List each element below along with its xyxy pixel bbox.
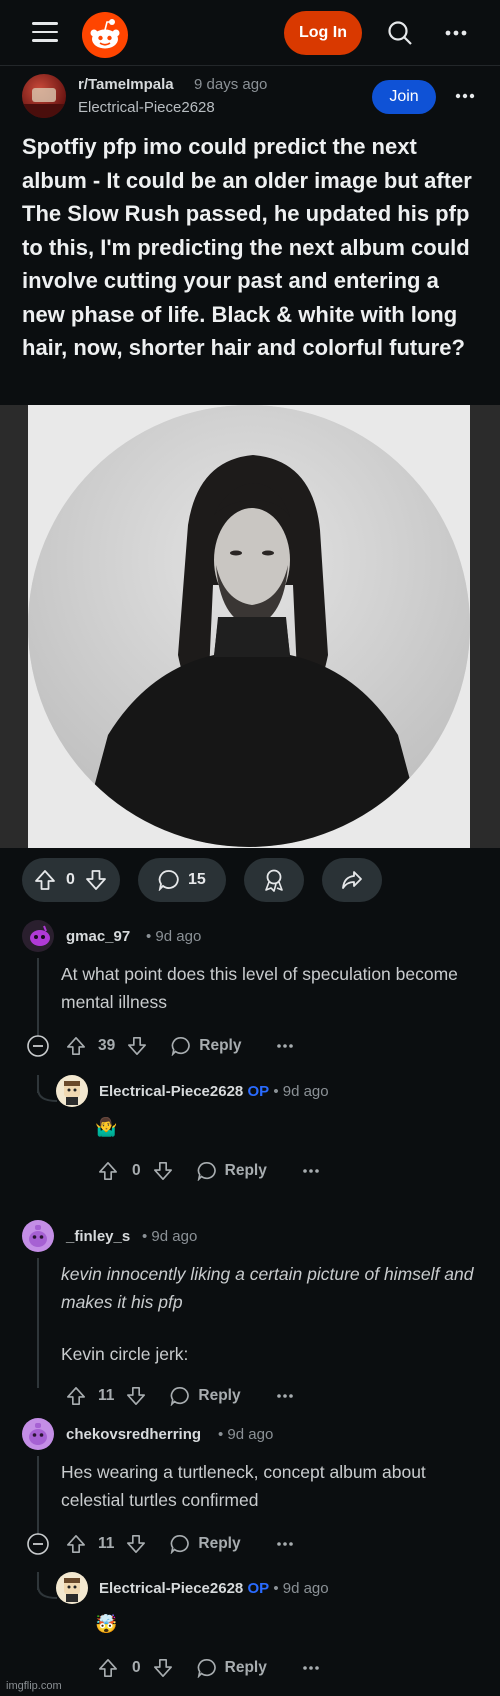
downvote-icon[interactable] [153,1658,173,1678]
user-avatar[interactable] [22,1418,54,1450]
user-avatar[interactable] [22,920,54,952]
upvote-icon[interactable] [98,1161,118,1181]
post-score: 0 [66,871,75,888]
comment-time: • 9d ago [273,1580,329,1597]
collapse-icon[interactable] [26,1034,50,1058]
op-badge: OP [247,1083,270,1100]
award-icon [263,868,285,892]
comment-count: 15 [188,871,206,888]
comment-actions: 0 Reply [98,1157,319,1185]
post-time: 9 days ago [194,76,268,93]
upvote-icon[interactable] [66,1386,86,1406]
shrug-emoji: 🤷‍♂️ [95,1117,118,1137]
award-button[interactable] [244,858,304,902]
comment-header: Electrical-Piece2628 OP • 9d ago [99,1083,329,1100]
comment-username[interactable]: gmac_97 [66,928,130,945]
reply-icon[interactable] [197,1161,217,1181]
reply-button[interactable]: Reply [225,1659,267,1677]
watermark: imgflip.com [6,1680,62,1692]
comment-body: Kevin circle jerk: [61,1344,189,1364]
downvote-icon[interactable] [127,1036,147,1056]
comment-actions: 11 Reply [26,1530,293,1558]
more-options-icon[interactable] [438,15,474,51]
comment-actions: 0 Reply [98,1654,319,1682]
top-bar: Log In [0,0,500,66]
comment-username[interactable]: _finley_s [66,1228,130,1245]
comment-score: 0 [132,1659,141,1676]
comment-reply: Electrical-Piece2628 OP • 9d ago 🤷‍♂️ 0 … [0,1075,500,1185]
comment-actions: 39 Reply [26,1032,294,1060]
comment-header: Electrical-Piece2628 OP • 9d ago [99,1580,329,1597]
thread-line[interactable] [37,1258,39,1388]
comment-actions: 11 Reply [66,1382,293,1410]
comment-options-icon[interactable] [303,1169,319,1173]
comment-options-icon[interactable] [276,1542,293,1546]
comments-button[interactable]: 15 [138,858,226,902]
search-icon[interactable] [382,15,418,51]
reddit-logo[interactable] [82,12,128,58]
post-actions: 0 15 [0,858,500,902]
vote-pill: 0 [22,858,120,902]
comment: chekovsredherring • 9d ago Hes wearing a… [0,1418,500,1568]
reply-icon[interactable] [170,1386,190,1406]
comment-options-icon[interactable] [303,1666,319,1670]
comment: gmac_97 • 9d ago At what point does this… [0,920,500,1070]
menu-icon[interactable] [32,22,58,42]
downvote-icon[interactable] [153,1161,173,1181]
comment-time: • 9d ago [142,1228,198,1245]
comment-time: • 9d ago [273,1083,329,1100]
comment-reply: Electrical-Piece2628 OP • 9d ago 🤯 0 Rep… [0,1572,500,1682]
upvote-icon[interactable] [66,1036,86,1056]
collapse-icon[interactable] [26,1532,50,1556]
post-title[interactable]: Spotfiy pfp imo could predict the next a… [22,130,484,365]
upvote-icon[interactable] [66,1534,86,1554]
comment-score: 11 [98,1387,115,1404]
reply-button[interactable]: Reply [198,1535,240,1553]
comment-username[interactable]: Electrical-Piece2628 [99,1083,243,1100]
post-options-icon[interactable] [447,78,483,114]
comment-time: • 9d ago [218,1426,274,1443]
comment-icon [158,869,180,891]
comment-username[interactable]: Electrical-Piece2628 [99,1580,243,1597]
mind-blown-emoji: 🤯 [95,1614,118,1634]
user-avatar[interactable] [22,1220,54,1252]
reply-icon[interactable] [170,1534,190,1554]
comment-body-italic: kevin innocently liking a certain pictur… [61,1264,474,1312]
comment-score: 0 [132,1162,141,1179]
downvote-icon[interactable] [126,1534,146,1554]
comment-score: 11 [98,1535,115,1552]
op-badge: OP [247,1580,270,1597]
comment-username[interactable]: chekovsredherring [66,1426,201,1443]
join-button[interactable]: Join [372,80,436,114]
comment-body: Hes wearing a turtleneck, concept album … [61,1462,426,1510]
downvote-icon[interactable] [85,869,107,891]
reply-icon[interactable] [171,1036,191,1056]
upvote-icon[interactable] [98,1658,118,1678]
reply-button[interactable]: Reply [199,1037,241,1055]
user-avatar[interactable] [56,1075,88,1107]
subreddit-avatar[interactable] [22,74,66,118]
subreddit-name[interactable]: r/TameImpala [78,76,174,93]
comment: _finley_s • 9d ago kevin innocently liki… [0,1220,500,1406]
reply-button[interactable]: Reply [225,1162,267,1180]
log-in-button[interactable]: Log In [284,11,362,55]
profile-photo [28,405,470,847]
user-avatar[interactable] [56,1572,88,1604]
comment-time: • 9d ago [146,928,202,945]
comment-score: 39 [98,1037,116,1054]
comment-options-icon[interactable] [276,1394,293,1398]
reply-button[interactable]: Reply [198,1387,240,1405]
post-author[interactable]: Electrical-Piece2628 [78,99,215,116]
comment-options-icon[interactable] [277,1044,294,1048]
downvote-icon[interactable] [126,1386,146,1406]
share-icon [341,869,363,891]
upvote-icon[interactable] [34,869,56,891]
share-button[interactable] [322,858,382,902]
reply-icon[interactable] [197,1658,217,1678]
comment-body: At what point does this level of specula… [61,964,458,1012]
post-image[interactable] [0,405,500,848]
